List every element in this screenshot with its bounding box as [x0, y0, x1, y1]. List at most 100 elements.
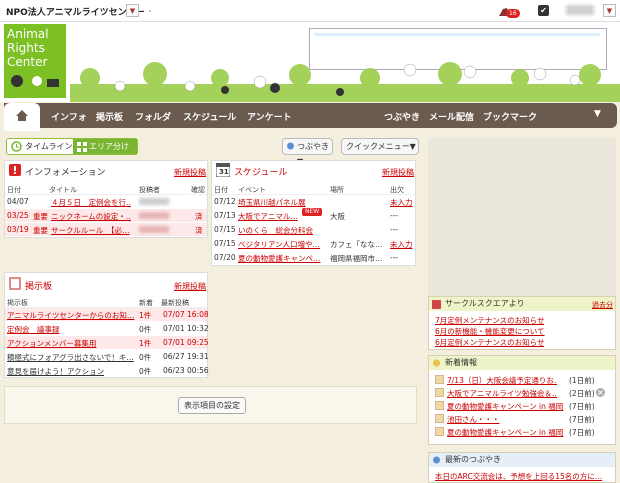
row-title[interactable]: ニックネームの設定・…	[51, 211, 131, 222]
nav-bookmark[interactable]: ブックマーク	[483, 110, 537, 123]
board-new-post-link[interactable]: 新規投稿	[174, 281, 206, 292]
area-split-button[interactable]: エリア分け	[73, 139, 137, 154]
row-date: 07/20	[214, 253, 236, 262]
row-author	[139, 226, 169, 233]
logo[interactable]: Animal Rights Center	[4, 24, 66, 98]
nav-folder[interactable]: フォルダ	[135, 110, 171, 123]
tweet-button[interactable]: つぶやき▼	[282, 138, 333, 166]
schedule-title[interactable]: スケジュール	[234, 165, 287, 178]
separator: ・	[146, 7, 154, 16]
row-title[interactable]: アクションメンバー募集用	[7, 338, 135, 349]
info-panel: インフォメーション 新規投稿 日付 タイトル 投稿者 確認 04/07 ４月５日…	[4, 160, 208, 238]
check-icon[interactable]: ✔	[538, 5, 549, 16]
row-attend[interactable]: 未入力	[390, 197, 413, 208]
right-placeholder	[428, 138, 616, 296]
row-title[interactable]: 定例会 議事録	[7, 324, 135, 335]
user-name[interactable]	[566, 5, 594, 15]
banner-illustration-icon	[80, 62, 601, 96]
nav-survey[interactable]: アンケート	[247, 110, 292, 123]
view-toggle: タイムライン エリア分け	[6, 138, 138, 155]
row-date: 06/27	[163, 352, 185, 361]
row-date: 07/01	[163, 324, 185, 333]
row-attend: ---	[390, 253, 399, 262]
row-title[interactable]: サークルルール 【必…	[51, 225, 131, 236]
circle-item[interactable]: 7月定例メンテナンスのお知らせ	[435, 315, 544, 326]
schedule-new-post-link[interactable]: 新規投稿	[382, 167, 414, 178]
new-badge: NEW	[302, 208, 323, 216]
info-new-post-link[interactable]: 新規投稿	[174, 167, 206, 178]
row-date: 07/15	[214, 225, 236, 234]
row-title[interactable]: 積極式にフォアグラ出さないで！キ…	[7, 352, 135, 363]
info-icon	[9, 164, 21, 176]
row-important-tag: 重要	[33, 226, 48, 235]
org-name[interactable]: NPO法人アニマルライツセンター	[6, 5, 145, 18]
quick-menu-label: クイックメニュー▼	[346, 142, 416, 151]
nav-board[interactable]: 掲示板	[96, 110, 123, 123]
row-title[interactable]: アニマルライツセンターからのお知…	[7, 310, 135, 321]
row-date: 07/01	[163, 338, 185, 347]
row-date: 07/15	[214, 239, 236, 248]
org-dropdown-icon[interactable]: ▼	[126, 4, 139, 17]
news-item-text[interactable]: 大阪でアニマルライツ勉強会＆…	[447, 388, 557, 399]
row-count: 0件	[139, 353, 152, 362]
circle-item[interactable]: 6月の新機能・機能変更について	[435, 326, 545, 337]
row-date: 07/13	[214, 211, 236, 220]
row-time: 16:08	[187, 310, 209, 319]
timeline-button[interactable]: タイムライン	[7, 139, 73, 154]
close-icon[interactable]	[596, 388, 605, 397]
news-icon	[435, 375, 444, 384]
board-title[interactable]: 掲示板	[25, 279, 52, 292]
news-item-text[interactable]: 夏の動物愛護キャンペーン in 福岡	[447, 427, 565, 438]
news-header: 新着情報	[429, 356, 615, 370]
news-title: 新着情報	[445, 358, 477, 367]
home-tab[interactable]	[4, 103, 40, 131]
news-item-text[interactable]: 7/13（日）大阪会議予定通りお…	[447, 375, 557, 386]
row-time: 09:25	[187, 338, 209, 347]
row-count: 0件	[139, 325, 152, 334]
user-dropdown-icon[interactable]: ▼	[603, 4, 616, 17]
row-event[interactable]: 埼玉県川越パネル展	[238, 197, 326, 208]
news-item-ago: (7日前)	[569, 428, 595, 437]
row-event[interactable]: 大阪でアニマル…	[238, 211, 300, 222]
divider	[5, 194, 207, 195]
row-count: 1件	[139, 311, 152, 320]
logo-line-3: Center	[7, 55, 48, 69]
nav-more-icon[interactable]: ▼	[594, 109, 601, 119]
circle-item[interactable]: 6月定例メンテナンスのお知らせ	[435, 337, 544, 348]
tweets-header: 最新のつぶやき	[429, 453, 615, 467]
tweets-title: 最新のつぶやき	[445, 455, 501, 464]
row-confirm: 済	[195, 226, 203, 235]
news-icon	[435, 401, 444, 410]
row-event[interactable]: いのくら 総会分科会	[238, 225, 326, 236]
news-item-ago: (1日前)	[569, 376, 595, 385]
row-date: 06/23	[163, 366, 185, 375]
news-item-text[interactable]: 池田さん・・・	[447, 414, 557, 425]
row-title[interactable]: ４月５日 定例会を行…	[51, 197, 131, 208]
tweet-item[interactable]: 本日のARC交流会は、予想を上回る15名の方に…	[435, 471, 613, 482]
area-split-label: エリア分け	[89, 142, 129, 151]
row-important-tag: 重要	[33, 212, 48, 221]
row-date: 07/07	[163, 310, 185, 319]
nav-mail[interactable]: メール配信	[429, 110, 474, 123]
row-event[interactable]: ベジタリアン人口増や…	[238, 239, 326, 250]
circle-panel: サークルスクエアより 過去分 7月定例メンテナンスのお知らせ 6月の新機能・機能…	[428, 296, 616, 350]
row-event[interactable]: 夏の動物愛護キャンペ…	[238, 253, 326, 264]
row-count: 0件	[139, 367, 152, 376]
news-item-ago: (2日前)	[569, 389, 595, 398]
tweets-panel: 最新のつぶやき 本日のARC交流会は、予想を上回る15名の方に…	[428, 452, 616, 483]
row-attend[interactable]: 未入力	[390, 239, 413, 250]
row-attend: ---	[390, 225, 399, 234]
nav-tweet[interactable]: つぶやき	[384, 110, 420, 123]
circle-more-link[interactable]: 過去分	[592, 300, 613, 310]
display-settings-button[interactable]: 表示項目の設定	[178, 397, 246, 414]
nav-schedule[interactable]: スケジュール	[183, 110, 236, 123]
divider	[212, 194, 415, 195]
grid-icon	[77, 142, 87, 152]
bulb-icon	[433, 359, 440, 367]
top-bar: NPO法人アニマルライツセンター ▼ ・ 16 ✔ ▼	[0, 0, 620, 22]
board-icon	[9, 277, 21, 290]
quick-menu-button[interactable]: クイックメニュー▼	[341, 138, 419, 155]
row-title[interactable]: 意見を届けよう！アクション	[7, 366, 135, 377]
nav-info[interactable]: インフォ	[51, 110, 87, 123]
news-item-text[interactable]: 夏の動物愛護キャンペーン in 福岡	[447, 401, 565, 412]
